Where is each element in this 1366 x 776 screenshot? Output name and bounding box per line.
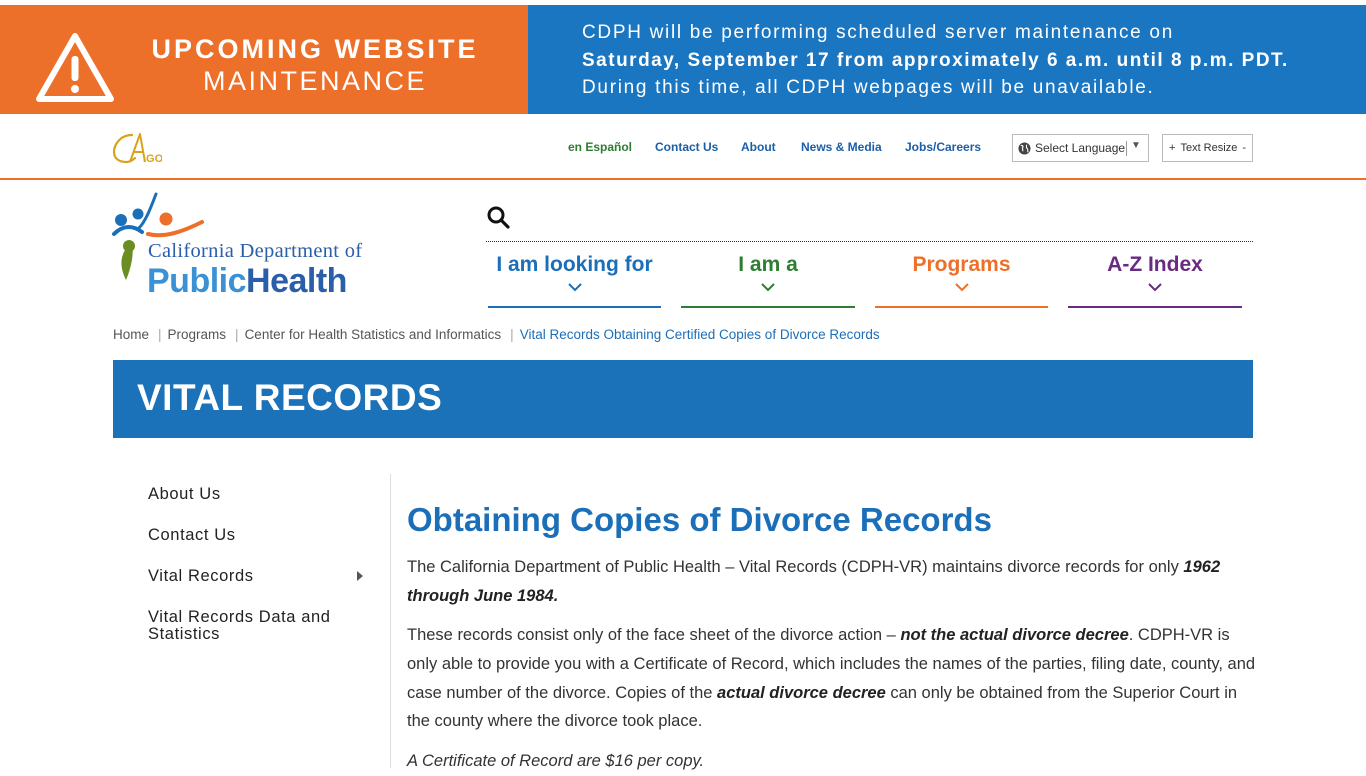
breadcrumb-separator: |	[158, 327, 162, 342]
menu-label: A-Z Index	[1107, 253, 1203, 276]
svg-text:.GOV: .GOV	[143, 153, 162, 165]
warning-icon	[36, 33, 114, 102]
page-title-bar: VITAL RECORDS	[113, 360, 1253, 438]
logo-public: Public	[147, 262, 247, 300]
menu-i-am-a[interactable]: I am a	[681, 250, 855, 308]
sidenav-item-about-us[interactable]: About Us	[148, 486, 348, 503]
breadcrumb: Home | Programs | Center for Health Stat…	[113, 327, 880, 342]
chevron-down-icon	[954, 283, 969, 292]
language-select-divider	[1126, 141, 1127, 156]
side-navigation: About Us Contact Us Vital Records Vital …	[113, 474, 391, 768]
breadcrumb-separator: |	[235, 327, 239, 342]
banner-msg-line3: During this time, all CDPH webpages will…	[582, 77, 1155, 98]
banner-title-line2: MAINTENANCE	[202, 66, 427, 96]
link-news-media[interactable]: News & Media	[801, 140, 882, 154]
breadcrumb-separator: |	[510, 327, 514, 342]
banner-title-line1: UPCOMING WEBSITE	[151, 34, 479, 64]
banner-title: UPCOMING WEBSITE MAINTENANCE	[150, 33, 480, 97]
banner-message: CDPH will be performing scheduled server…	[582, 19, 1289, 102]
link-contact-us[interactable]: Contact Us	[655, 140, 718, 154]
ca-gov-logo[interactable]: .GOV	[112, 131, 162, 165]
link-about[interactable]: About	[741, 140, 776, 154]
breadcrumb-chsi[interactable]: Center for Health Statistics and Informa…	[245, 327, 502, 342]
content-heading: Obtaining Copies of Divorce Records	[407, 501, 992, 538]
chevron-down-icon	[567, 283, 582, 292]
breadcrumb-home[interactable]: Home	[113, 327, 149, 342]
p2-emphasis-a: not the actual divorce decree	[900, 626, 1129, 644]
breadcrumb-current: Vital Records Obtaining Certified Copies…	[519, 327, 880, 342]
maintenance-banner: UPCOMING WEBSITE MAINTENANCE CDPH will b…	[0, 0, 1366, 115]
language-select-label: Select Language	[1035, 141, 1126, 155]
sidenav-item-data-statistics[interactable]: Vital Records Data and Statistics	[148, 609, 348, 643]
page-title: VITAL RECORDS	[137, 377, 443, 418]
search-icon[interactable]	[486, 204, 512, 230]
chevron-down-icon: ▼	[1131, 140, 1141, 151]
chevron-down-icon	[1148, 283, 1162, 292]
text-resize-control[interactable]: + Text Resize -	[1162, 134, 1253, 162]
text-resize-increase[interactable]: +	[1169, 142, 1175, 154]
utility-header: .GOV en Español Contact Us About News & …	[0, 115, 1366, 180]
cdph-logo[interactable]: California Department of PublicHealth	[112, 192, 382, 300]
banner-msg-line1: CDPH will be performing scheduled server…	[582, 22, 1174, 43]
logo-public-health: PublicHealth	[147, 262, 347, 301]
banner-left-panel: UPCOMING WEBSITE MAINTENANCE	[0, 5, 528, 114]
chevron-down-icon	[761, 283, 775, 292]
globe-icon	[1018, 141, 1031, 155]
content-paragraph-1: The California Department of Public Heal…	[407, 553, 1257, 611]
link-en-espanol[interactable]: en Español	[568, 140, 632, 154]
text-resize-label: Text Resize	[1180, 142, 1238, 154]
sidenav-item-vital-records[interactable]: Vital Records	[148, 568, 348, 585]
content-paragraph-3: A Certificate of Record are $16 per copy…	[407, 752, 705, 770]
text-resize-decrease[interactable]: -	[1242, 142, 1246, 154]
chevron-right-icon[interactable]	[357, 571, 363, 581]
banner-right-panel: CDPH will be performing scheduled server…	[528, 5, 1366, 114]
link-jobs-careers[interactable]: Jobs/Careers	[905, 140, 981, 154]
menu-a-z-index[interactable]: A-Z Index	[1068, 250, 1242, 308]
p1-text: The California Department of Public Heal…	[407, 558, 1184, 576]
menu-programs[interactable]: Programs	[875, 250, 1048, 308]
menu-label: I am looking for	[496, 253, 653, 276]
language-select[interactable]: Select Language ▼	[1012, 134, 1149, 162]
content-paragraph-2: These records consist only of the face s…	[407, 621, 1257, 736]
breadcrumb-programs[interactable]: Programs	[168, 327, 227, 342]
menu-label: I am a	[738, 253, 798, 276]
logo-health: Health	[246, 262, 347, 300]
menu-label: Programs	[912, 253, 1011, 276]
header-divider	[486, 241, 1253, 242]
p2-text-a: These records consist only of the face s…	[407, 626, 901, 644]
logo-department-name: California Department of	[148, 240, 363, 262]
main-content: Obtaining Copies of Divorce Records The …	[407, 498, 1257, 770]
menu-i-am-looking-for[interactable]: I am looking for	[488, 250, 661, 308]
sidenav-item-contact-us[interactable]: Contact Us	[148, 527, 348, 544]
p2-emphasis-b: actual divorce decree	[717, 683, 886, 702]
banner-msg-line2: Saturday, September 17 from approximatel…	[582, 49, 1289, 71]
